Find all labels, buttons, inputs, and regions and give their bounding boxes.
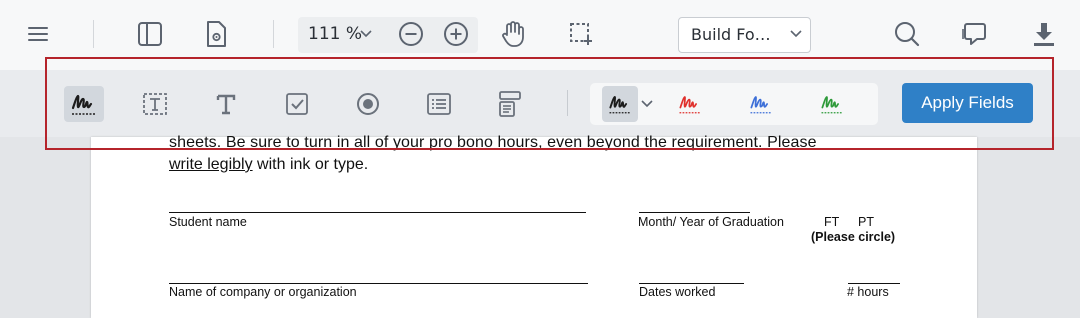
file-gear-icon[interactable] [200, 18, 232, 50]
company-label: Name of company or organization [169, 285, 357, 299]
signature-green-icon[interactable] [812, 86, 852, 122]
toolbar-divider [93, 20, 94, 48]
student-name-label: Student name [169, 215, 247, 229]
hand-icon[interactable] [497, 18, 529, 50]
zoom-value[interactable]: 111 % [308, 24, 362, 44]
comment-icon[interactable] [958, 18, 990, 50]
top-toolbar: 111 % Build Fo… [0, 0, 1080, 70]
hours-line [848, 283, 900, 284]
ft-label: FT [824, 215, 840, 229]
toolbar-divider [567, 90, 568, 116]
list-box-icon[interactable] [419, 86, 459, 122]
hamburger-menu-icon[interactable] [22, 18, 54, 50]
chevron-down-icon[interactable] [786, 20, 806, 48]
signature-blue-icon[interactable] [741, 86, 781, 122]
text-field-icon[interactable] [135, 86, 175, 122]
search-icon[interactable] [891, 18, 923, 50]
paragraph-text: with ink or type. [252, 156, 369, 173]
signature-field-icon[interactable] [64, 86, 104, 122]
download-icon[interactable] [1028, 18, 1060, 50]
selection-rectangle-icon[interactable] [565, 18, 597, 50]
chevron-down-icon[interactable] [356, 20, 376, 48]
signature-red-icon[interactable] [670, 86, 710, 122]
zoom-out-icon[interactable] [395, 18, 427, 50]
build-form-select-value[interactable]: Build Fo… [691, 25, 771, 44]
dates-label: Dates worked [639, 285, 716, 299]
hours-label: # hours [847, 285, 889, 299]
signature-black-icon[interactable] [602, 86, 638, 122]
student-name-line [169, 212, 586, 213]
underlined-text: write legibly [169, 156, 253, 173]
free-text-icon[interactable] [206, 86, 246, 122]
document-paragraph: sheets. Be sure to turn in all of your p… [169, 134, 817, 151]
graduation-line [639, 212, 750, 213]
graduation-label: Month/ Year of Graduation [638, 215, 784, 229]
checkbox-icon[interactable] [277, 86, 317, 122]
company-line [169, 283, 588, 284]
zoom-in-icon[interactable] [440, 18, 472, 50]
document-paragraph-2: write legibly with ink or type. [169, 156, 368, 174]
dates-line [639, 283, 744, 284]
pt-label: PT [858, 215, 874, 229]
sidebar-panel-icon[interactable] [134, 18, 166, 50]
apply-fields-button[interactable]: Apply Fields [902, 83, 1033, 123]
chevron-down-icon[interactable] [638, 86, 656, 122]
dropdown-field-icon[interactable] [490, 86, 530, 122]
please-circle-label: (Please circle) [811, 230, 896, 244]
radio-button-icon[interactable] [348, 86, 388, 122]
toolbar-divider [273, 20, 274, 48]
